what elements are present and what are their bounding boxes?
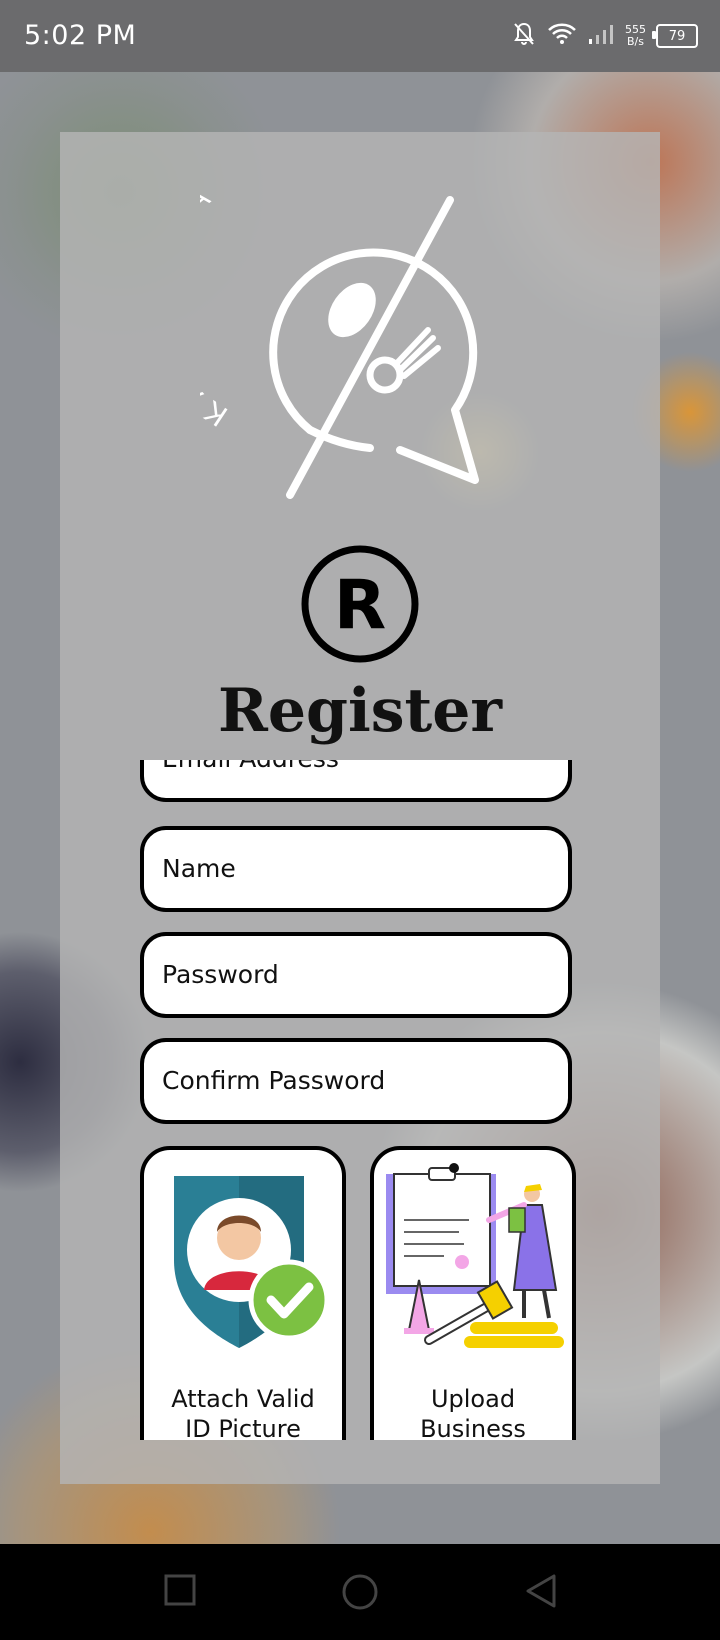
navigation-bar [0, 1544, 720, 1640]
email-field[interactable]: Email Address [140, 760, 572, 802]
attach-id-label: Attach Valid ID Picture [144, 1384, 342, 1440]
status-time: 5:02 PM [24, 20, 137, 51]
upload-business-label: Upload Business [374, 1384, 572, 1440]
attach-id-label-line1: Attach Valid [171, 1385, 315, 1413]
brand-wordmark: KAINDERYA [200, 175, 233, 433]
signal-icon [587, 21, 615, 52]
email-placeholder: Email Address [162, 760, 339, 773]
confirm-password-placeholder: Confirm Password [162, 1066, 386, 1095]
brand-logo: KAINDERYA [200, 170, 520, 510]
business-document-icon [386, 1163, 564, 1348]
register-form[interactable]: Email Address Name Password Confirm Pass… [130, 760, 590, 1440]
svg-text:R: R [334, 566, 386, 645]
name-field[interactable]: Name [140, 826, 572, 912]
battery-icon: 79 [652, 24, 698, 48]
network-speed-unit: B/s [627, 35, 644, 48]
attach-id-button[interactable]: Attach Valid ID Picture [140, 1146, 346, 1440]
status-bar: 5:02 PM 555 B/s 79 [0, 0, 720, 72]
register-icon: R [300, 544, 420, 664]
password-field[interactable]: Password [140, 932, 572, 1018]
name-placeholder: Name [162, 854, 236, 883]
status-icons: 555 B/s 79 [511, 18, 698, 54]
brand-name: KAINDERYA [200, 175, 223, 433]
page-title: Register [217, 676, 503, 746]
home-icon[interactable] [340, 1572, 380, 1617]
confirm-password-field[interactable]: Confirm Password [140, 1038, 572, 1124]
svg-text:KAINDERYA: KAINDERYA [200, 175, 233, 433]
password-placeholder: Password [162, 960, 279, 989]
notifications-off-icon [511, 21, 537, 52]
upload-business-label-line2: Business [420, 1415, 526, 1440]
upload-business-button[interactable]: Upload Business [370, 1146, 576, 1440]
attach-id-label-line2: ID Picture [185, 1415, 301, 1440]
back-icon[interactable] [522, 1572, 558, 1615]
recents-icon[interactable] [162, 1572, 198, 1613]
upload-business-label-line1: Upload [430, 1385, 516, 1413]
network-speed: 555 B/s [625, 24, 646, 48]
id-badge-icon [174, 1176, 330, 1348]
wifi-icon [547, 21, 577, 52]
battery-level: 79 [668, 28, 686, 44]
